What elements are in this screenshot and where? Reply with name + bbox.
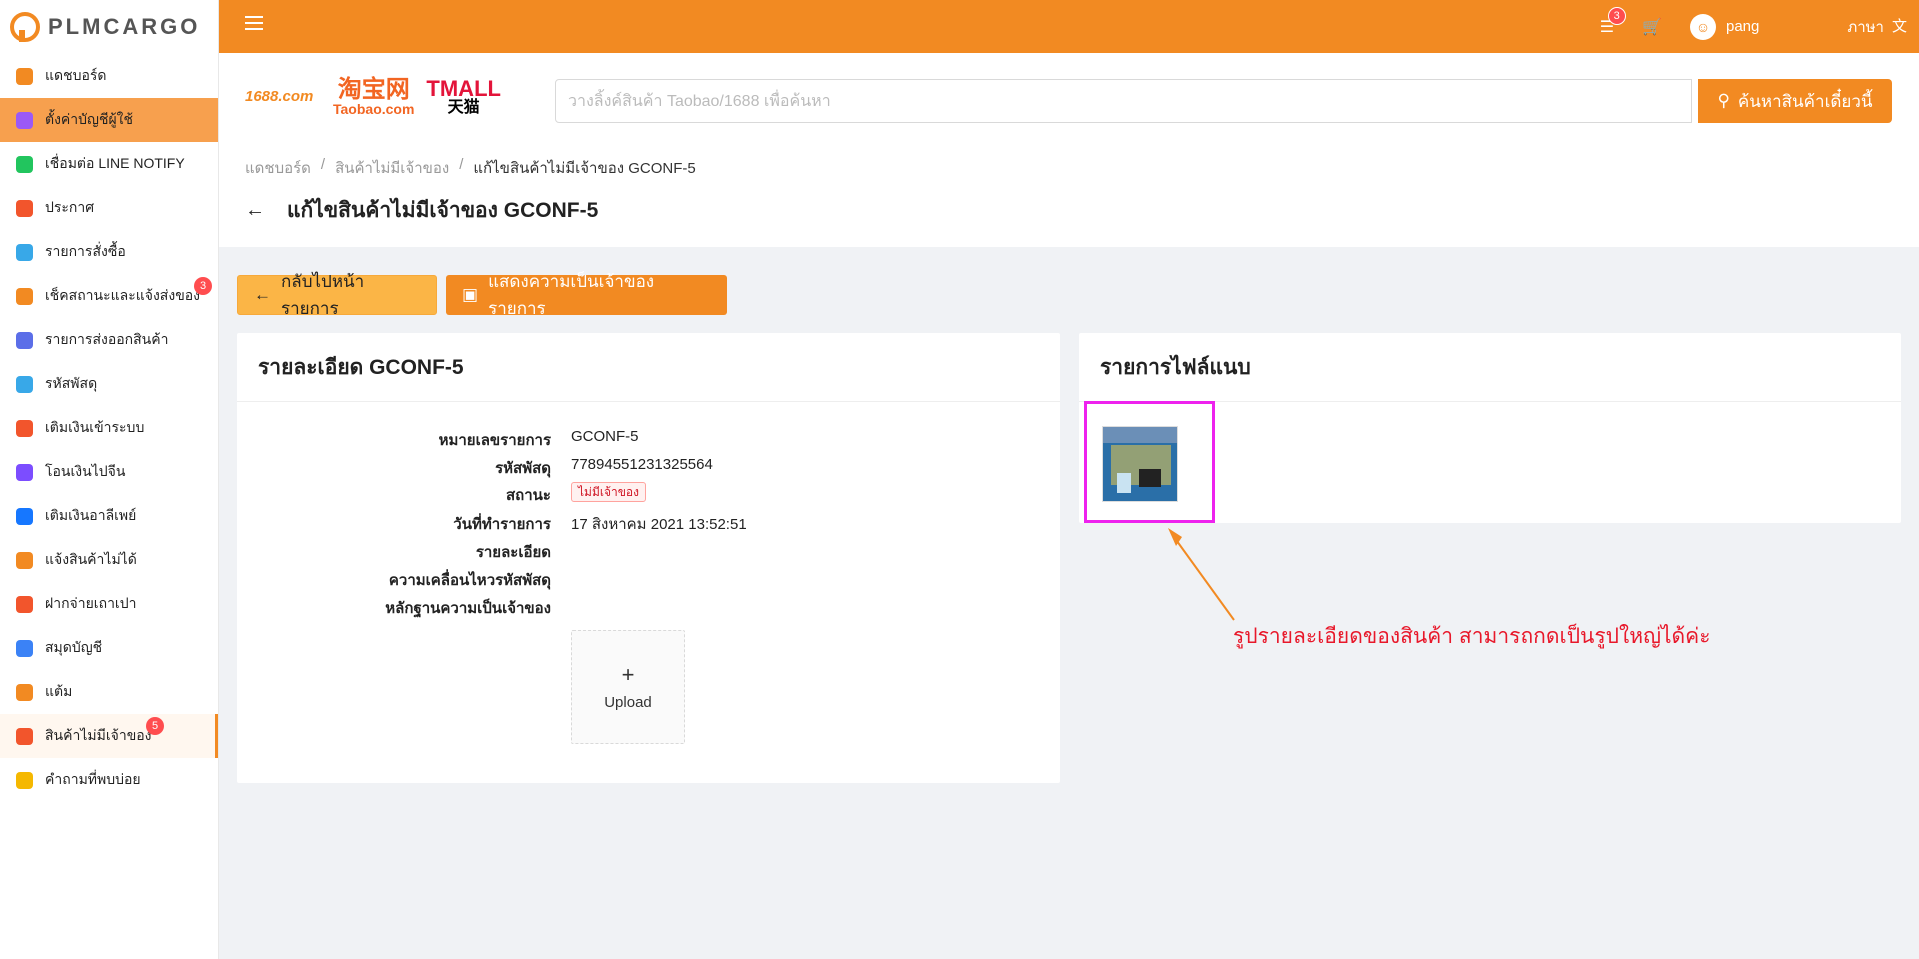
annotation-text: รูปรายละเอียดของสินค้า สามารถกดเป็นรูปให… (1233, 625, 1711, 648)
annotation-arrow-icon (1168, 528, 1235, 621)
